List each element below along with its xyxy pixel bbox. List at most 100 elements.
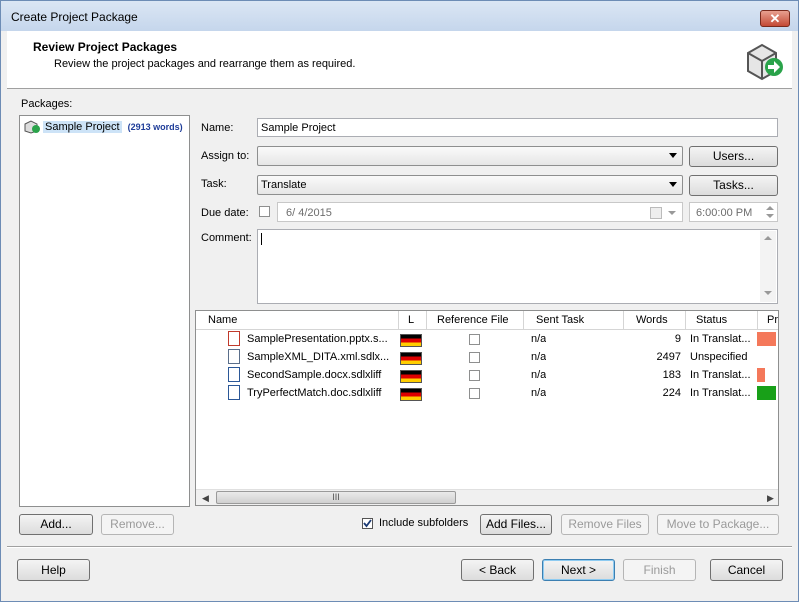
reference-file-checkbox[interactable] xyxy=(469,388,480,399)
help-button[interactable]: Help xyxy=(17,559,90,581)
reference-file-checkbox[interactable] xyxy=(469,334,480,345)
move-to-package-button[interactable]: Move to Package... xyxy=(657,514,779,535)
scroll-up-icon[interactable] xyxy=(764,236,772,240)
add-package-button[interactable]: Add... xyxy=(19,514,93,535)
remove-package-button[interactable]: Remove... xyxy=(101,514,174,535)
column-divider xyxy=(426,311,427,329)
list-item[interactable]: Sample Project (2913 words) xyxy=(24,119,183,135)
table-row[interactable]: TryPerfectMatch.doc.sdlxliff n/a 224 In … xyxy=(196,384,778,402)
name-label: Name: xyxy=(201,122,234,134)
project-package-icon xyxy=(24,120,40,134)
column-header-status[interactable]: Status xyxy=(696,314,727,326)
progress-bar xyxy=(757,386,776,400)
task-value: Translate xyxy=(261,179,307,191)
name-field[interactable]: Sample Project xyxy=(257,118,778,137)
packages-label: Packages: xyxy=(21,98,73,110)
scroll-right-icon[interactable]: ▶ xyxy=(767,493,774,504)
status: In Translat... xyxy=(690,369,751,381)
spin-down-icon[interactable] xyxy=(766,214,774,218)
finish-button[interactable]: Finish xyxy=(623,559,696,581)
column-header-words[interactable]: Words xyxy=(636,314,668,326)
column-divider xyxy=(523,311,524,329)
due-date-checkbox[interactable] xyxy=(259,206,270,217)
german-flag-icon xyxy=(400,352,422,365)
title-bar: Create Project Package ✕ xyxy=(1,1,798,31)
package-name: Sample Project xyxy=(43,121,122,133)
task-label: Task: xyxy=(201,178,227,190)
status: In Translat... xyxy=(690,387,751,399)
file-name: TryPerfectMatch.doc.sdlxliff xyxy=(247,387,382,399)
due-date-picker[interactable]: 6/ 4/2015 xyxy=(277,202,683,222)
column-header-sent-task[interactable]: Sent Task xyxy=(536,314,584,326)
column-divider xyxy=(398,311,399,329)
column-header-name[interactable]: Name xyxy=(208,314,237,326)
checkmark-icon xyxy=(363,519,372,528)
column-divider xyxy=(685,311,686,329)
files-grid[interactable]: Name L Reference File Sent Task Words St… xyxy=(195,310,779,506)
scroll-left-icon[interactable]: ◀ xyxy=(202,493,209,504)
remove-files-button[interactable]: Remove Files xyxy=(561,514,649,535)
packages-list[interactable]: Sample Project (2913 words) xyxy=(19,115,190,507)
back-button[interactable]: < Back xyxy=(461,559,534,581)
chevron-down-icon xyxy=(669,182,677,187)
next-button[interactable]: Next > xyxy=(542,559,615,581)
pptx-file-icon xyxy=(228,331,240,346)
users-button[interactable]: Users... xyxy=(689,146,778,167)
reference-file-checkbox[interactable] xyxy=(469,370,480,381)
table-row[interactable]: SampleXML_DITA.xml.sdlx... n/a 2497 Unsp… xyxy=(196,348,778,366)
assign-to-label: Assign to: xyxy=(201,150,250,162)
table-row[interactable]: SecondSample.docx.sdlxliff n/a 183 In Tr… xyxy=(196,366,778,384)
status: In Translat... xyxy=(690,333,751,345)
status: Unspecified xyxy=(690,351,748,363)
include-subfolders-label: Include subfolders xyxy=(379,517,469,529)
sent-task: n/a xyxy=(531,351,547,363)
sent-task: n/a xyxy=(531,387,547,399)
word-count: 183 xyxy=(662,369,681,381)
grid-horizontal-scrollbar[interactable]: ◀ III ▶ xyxy=(196,489,778,505)
word-count: 224 xyxy=(662,387,681,399)
table-row[interactable]: SamplePresentation.pptx.s... n/a 9 In Tr… xyxy=(196,330,778,348)
comment-scrollbar[interactable] xyxy=(760,231,776,302)
spin-up-icon[interactable] xyxy=(766,206,774,210)
include-subfolders-checkbox[interactable] xyxy=(362,518,373,529)
progress-bar xyxy=(757,368,765,382)
docx-file-icon xyxy=(228,367,240,382)
column-divider xyxy=(757,311,758,329)
grid-header: Name L Reference File Sent Task Words St… xyxy=(196,311,778,330)
due-date-label: Due date: xyxy=(201,207,249,219)
calendar-icon xyxy=(650,207,662,219)
sent-task: n/a xyxy=(531,333,547,345)
column-header-progress[interactable]: Pr xyxy=(767,314,778,326)
due-time-field[interactable]: 6:00:00 PM xyxy=(689,202,778,222)
word-count: 9 xyxy=(674,333,681,345)
due-time-value: 6:00:00 PM xyxy=(696,207,753,219)
due-date-value: 6/ 4/2015 xyxy=(286,207,332,219)
file-name: SampleXML_DITA.xml.sdlx... xyxy=(247,351,390,363)
window-title: Create Project Package xyxy=(11,10,138,24)
scroll-thumb[interactable]: III xyxy=(216,491,456,504)
xml-file-icon xyxy=(228,349,240,364)
cancel-button[interactable]: Cancel xyxy=(710,559,783,581)
close-button[interactable]: ✕ xyxy=(760,10,790,27)
file-name: SamplePresentation.pptx.s... xyxy=(247,333,388,345)
add-files-button[interactable]: Add Files... xyxy=(480,514,552,535)
assign-to-dropdown[interactable] xyxy=(257,146,683,166)
chevron-down-icon xyxy=(669,153,677,158)
scroll-down-icon[interactable] xyxy=(764,291,772,295)
chevron-down-icon xyxy=(668,211,676,215)
column-divider xyxy=(623,311,624,329)
tasks-button[interactable]: Tasks... xyxy=(689,175,778,196)
column-header-language[interactable]: L xyxy=(408,314,414,326)
german-flag-icon xyxy=(400,370,422,383)
german-flag-icon xyxy=(400,388,422,401)
task-dropdown[interactable]: Translate xyxy=(257,175,683,195)
reference-file-checkbox[interactable] xyxy=(469,352,480,363)
file-name: SecondSample.docx.sdlxliff xyxy=(247,369,382,381)
page-title: Review Project Packages xyxy=(33,40,178,54)
german-flag-icon xyxy=(400,334,422,347)
column-header-reference-file[interactable]: Reference File xyxy=(437,314,509,326)
comment-field[interactable] xyxy=(257,229,778,304)
package-icon xyxy=(747,43,783,81)
page-subtitle: Review the project packages and rearrang… xyxy=(54,58,356,70)
progress-bar xyxy=(757,332,776,346)
